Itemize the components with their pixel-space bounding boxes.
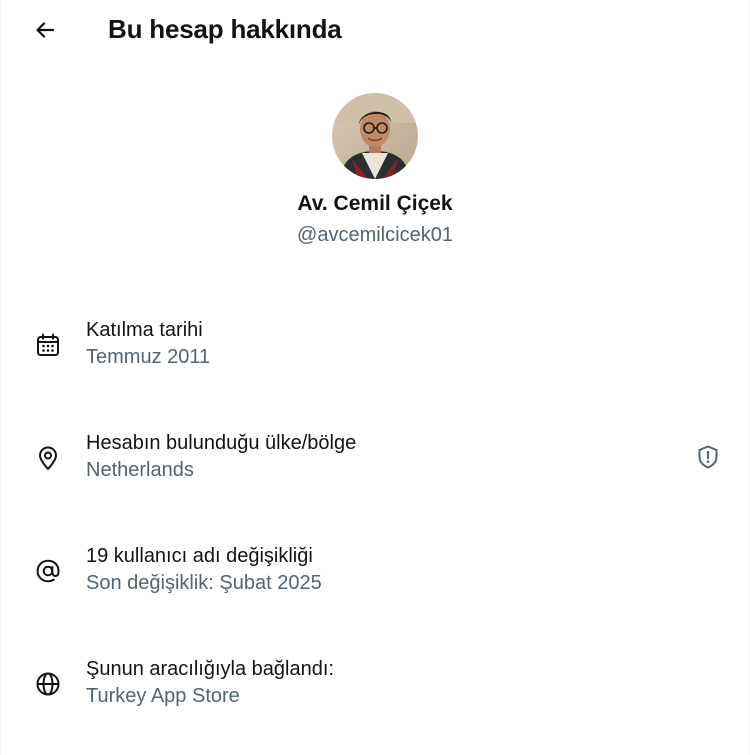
username-changes-row: 19 kullanıcı adı değişikliği Son değişik… — [1, 542, 749, 602]
profile-summary: Av. Cemil Çiçek @avcemilcicek01 — [1, 93, 749, 248]
country-region-row: Hesabın bulunduğu ülke/bölge Netherlands — [1, 429, 749, 489]
username-changes-label: 19 kullanıcı adı değişikliği — [86, 545, 313, 567]
connected-via-value: Turkey App Store — [86, 685, 240, 707]
join-date-text: Katılma tarihi Temmuz 2011 — [86, 316, 210, 371]
country-region-text: Hesabın bulunduğu ülke/bölge Netherlands — [86, 429, 356, 484]
username-changes-value: Son değişiklik: Şubat 2025 — [86, 572, 322, 594]
globe-icon — [35, 671, 61, 697]
join-date-row: Katılma tarihi Temmuz 2011 — [1, 316, 749, 376]
display-name: Av. Cemil Çiçek — [297, 192, 453, 215]
location-pin-icon — [35, 445, 61, 471]
header: Bu hesap hakkında — [1, 0, 749, 60]
join-date-label: Katılma tarihi — [86, 319, 203, 341]
country-region-value: Netherlands — [86, 459, 194, 481]
username-handle: @avcemilcicek01 — [297, 224, 453, 246]
calendar-icon — [35, 332, 61, 358]
country-region-label: Hesabın bulunduğu ülke/bölge — [86, 432, 357, 454]
connected-via-label: Şunun aracılığıyla bağlandı: — [86, 658, 334, 680]
avatar[interactable] — [332, 93, 418, 179]
at-sign-icon — [35, 558, 61, 584]
join-date-value: Temmuz 2011 — [86, 346, 211, 368]
shield-alert-icon[interactable] — [695, 444, 721, 470]
username-changes-text: 19 kullanıcı adı değişikliği Son değişik… — [86, 542, 322, 597]
connected-via-row: Şunun aracılığıyla bağlandı: Turkey App … — [1, 655, 749, 715]
connected-via-text: Şunun aracılığıyla bağlandı: Turkey App … — [86, 655, 334, 710]
back-button[interactable] — [25, 10, 65, 50]
page-title: Bu hesap hakkında — [108, 14, 342, 44]
about-account-screen: Bu hesap hakkında Av. Cemil Çiçek @avcem… — [0, 0, 750, 755]
arrow-left-icon — [33, 18, 57, 42]
